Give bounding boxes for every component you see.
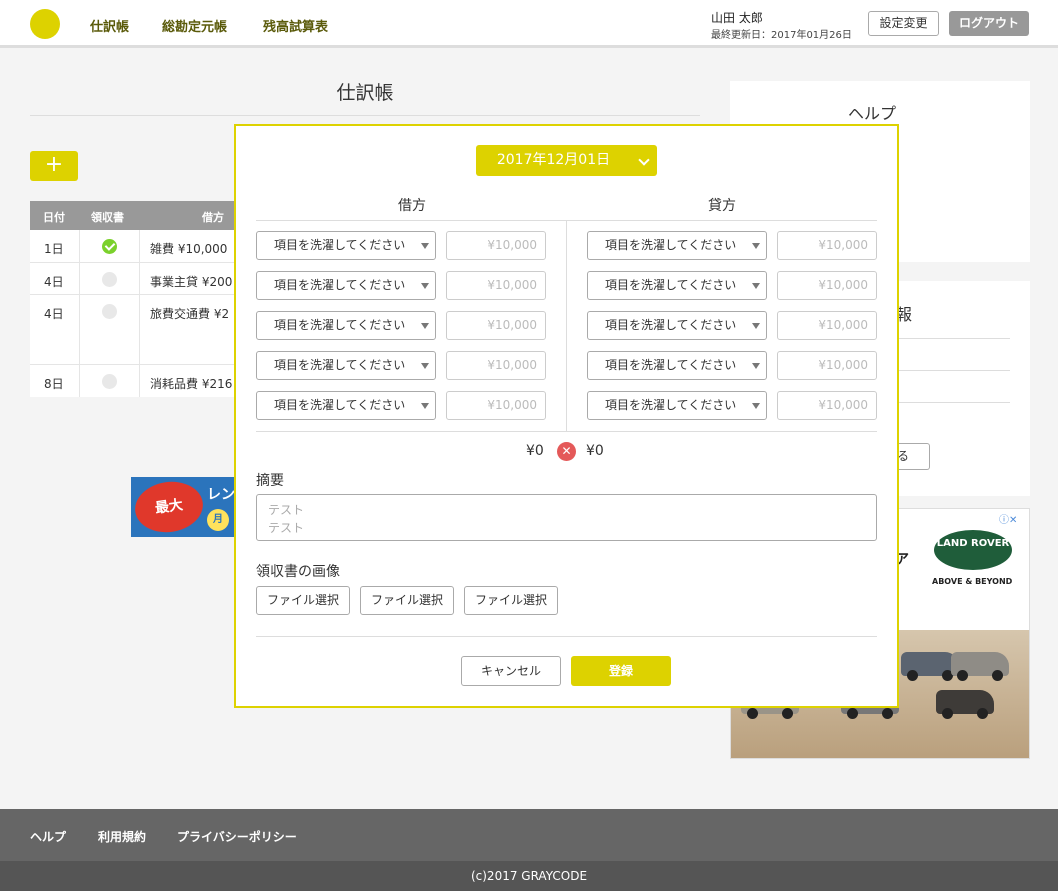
receipt-image-label: 領収書の画像 [256, 564, 340, 580]
table-row[interactable]: 1日 雑費 ¥10,000 [30, 230, 240, 263]
file-select-button[interactable]: ファイル選択 [360, 586, 454, 615]
col-receipt: 領収書 [91, 211, 124, 224]
footer-links: ヘルプ 利用規約 プライバシーポリシー [0, 809, 1058, 861]
credit-amount-input[interactable]: ¥10,000 [777, 351, 877, 380]
debit-total: ¥0 [526, 443, 544, 459]
register-button[interactable]: 登録 [571, 656, 671, 686]
debit-amount-input[interactable]: ¥10,000 [446, 351, 546, 380]
file-select-button[interactable]: ファイル選択 [256, 586, 350, 615]
nav-general-ledger[interactable]: 総勘定元帳 [162, 16, 227, 35]
advertisement-left[interactable]: 最大36%OFF!! レン 月 [131, 477, 235, 537]
chevron-down-icon [638, 154, 650, 166]
summary-line: テスト [268, 503, 305, 517]
credit-item-select[interactable]: 項目を洗濯してください [587, 351, 767, 380]
info-divider [896, 370, 1010, 371]
receipt-check-icon [102, 272, 117, 287]
debit-amount-input[interactable]: ¥10,000 [446, 391, 546, 420]
credit-amount-input[interactable]: ¥10,000 [777, 231, 877, 260]
ad-text: レン [207, 487, 235, 503]
journal-table: 日付 領収書 借方 1日 雑費 ¥10,000 4日 事業主貸 ¥200 4日 … [30, 201, 240, 397]
summary-line: テスト [268, 521, 305, 535]
ad-tagline: ABOVE & BEYOND [932, 577, 1013, 586]
debit-item-select[interactable]: 項目を洗濯してください [256, 391, 436, 420]
nav-trial-balance[interactable]: 残高試算表 [263, 16, 328, 35]
receipt-check-icon [102, 304, 117, 319]
top-bar: 仕訳帳 総勘定元帳 残高試算表 山田 太郎 最終更新日：2017年01月26日 … [0, 0, 1058, 48]
footer-terms-link[interactable]: 利用規約 [98, 828, 146, 845]
mismatch-icon: ✕ [557, 442, 576, 461]
logout-button[interactable]: ログアウト [949, 11, 1029, 36]
settings-button[interactable]: 設定変更 [868, 11, 939, 36]
summary-label: 摘要 [256, 473, 284, 489]
user-name: 山田 太郎 [711, 11, 763, 25]
column-divider [566, 221, 567, 432]
info-divider [896, 338, 1010, 339]
section-divider [256, 431, 877, 432]
credit-item-select[interactable]: 項目を洗濯してください [587, 271, 767, 300]
credit-item-select[interactable]: 項目を洗濯してください [587, 311, 767, 340]
table-row[interactable]: 4日 事業主貸 ¥200 [30, 263, 240, 295]
footer-privacy-link[interactable]: プライバシーポリシー [177, 828, 297, 845]
cancel-button[interactable]: キャンセル [461, 656, 561, 686]
app-logo[interactable] [30, 9, 60, 39]
row-debit: 消耗品費 ¥216 [150, 377, 233, 391]
title-divider [30, 115, 700, 116]
date-label: 2017年12月01日 [496, 152, 611, 168]
credit-amount-input[interactable]: ¥10,000 [777, 311, 877, 340]
col-date: 日付 [43, 211, 65, 224]
row-date: 8日 [44, 377, 64, 391]
debit-item-select[interactable]: 項目を洗濯してください [256, 311, 436, 340]
row-date: 1日 [44, 242, 64, 256]
page-title: 仕訳帳 [336, 82, 394, 104]
debit-item-select[interactable]: 項目を洗濯してください [256, 231, 436, 260]
debit-item-select[interactable]: 項目を洗濯してください [256, 271, 436, 300]
credit-total: ¥0 [586, 443, 604, 459]
credit-item-select[interactable]: 項目を洗濯してください [587, 391, 767, 420]
credit-amount-input[interactable]: ¥10,000 [777, 391, 877, 420]
row-debit: 旅費交通費 ¥2 [150, 307, 230, 321]
info-divider [896, 402, 1010, 403]
credit-heading: 貸方 [708, 198, 736, 214]
ad-close-icon[interactable]: ⓘ✕ [999, 511, 1029, 526]
credit-amount-input[interactable]: ¥10,000 [777, 271, 877, 300]
row-debit: 雑費 ¥10,000 [150, 242, 228, 256]
receipt-check-icon [102, 374, 117, 389]
ad-discount-badge: 最大36%OFF!! [131, 477, 207, 537]
debit-amount-input[interactable]: ¥10,000 [446, 231, 546, 260]
info-button[interactable]: る [896, 443, 930, 470]
footer-help-link[interactable]: ヘルプ [30, 828, 66, 845]
date-select-button[interactable]: 2017年12月01日 [476, 145, 657, 176]
table-row[interactable]: 8日 消耗品費 ¥216 [30, 365, 240, 397]
receipt-check-icon [102, 239, 117, 254]
row-date: 4日 [44, 307, 64, 321]
help-title: ヘルプ [847, 104, 896, 123]
col-debit: 借方 [202, 211, 224, 224]
table-row[interactable]: 4日 旅費交通費 ¥2 [30, 295, 240, 365]
journal-entry-modal: 2017年12月01日 借方 貸方 項目を洗濯してください ¥10,000 項目… [234, 124, 899, 708]
section-divider [256, 636, 877, 637]
debit-item-select[interactable]: 項目を洗濯してください [256, 351, 436, 380]
row-debit: 事業主貸 ¥200 [150, 275, 233, 289]
summary-textarea[interactable]: テスト テスト [256, 494, 877, 541]
debit-amount-input[interactable]: ¥10,000 [446, 271, 546, 300]
credit-item-select[interactable]: 項目を洗濯してください [587, 231, 767, 260]
last-updated: 最終更新日：2017年01月26日 [711, 30, 852, 41]
ad-moon-badge: 月 [207, 509, 229, 531]
copyright: (c)2017 GRAYCODE [0, 861, 1058, 891]
row-date: 4日 [44, 275, 64, 289]
nav-journal[interactable]: 仕訳帳 [90, 16, 129, 35]
file-select-button[interactable]: ファイル選択 [464, 586, 558, 615]
land-rover-logo: LAND ROVER [934, 530, 1012, 570]
debit-heading: 借方 [398, 198, 426, 214]
add-entry-button[interactable]: + [30, 151, 78, 181]
debit-amount-input[interactable]: ¥10,000 [446, 311, 546, 340]
table-header: 日付 領収書 借方 [30, 201, 240, 230]
